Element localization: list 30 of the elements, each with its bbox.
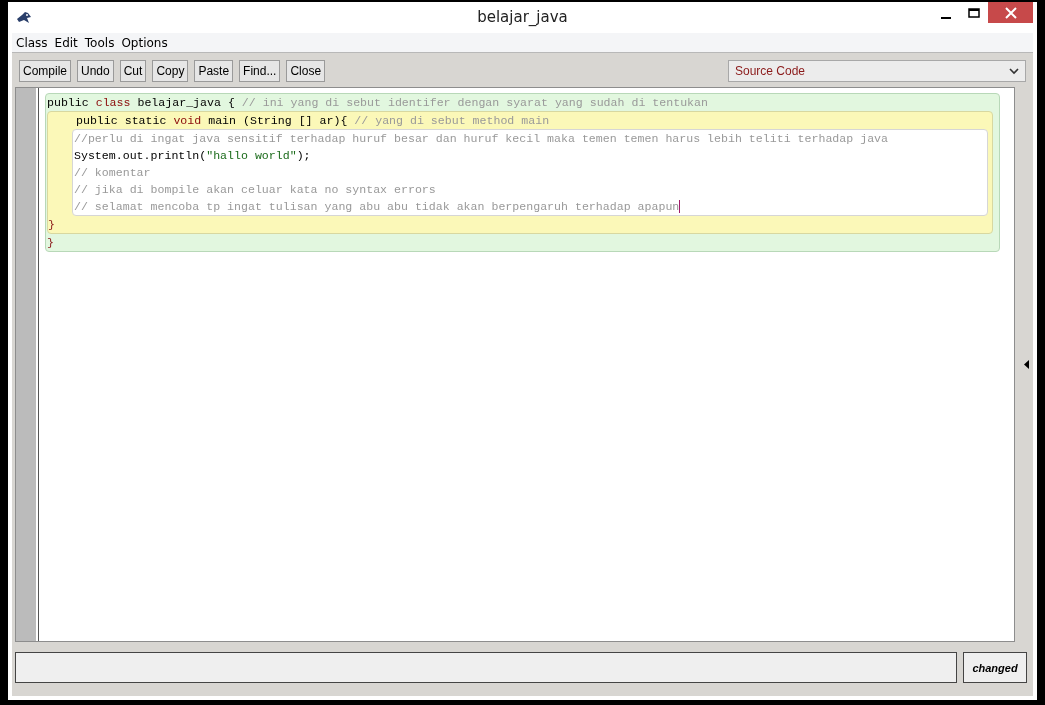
menu-item[interactable]: Edit [54, 35, 78, 50]
code-line: //perlu di ingat java sensitif terhadap huruf besar dan huruf kecil maka temen temen harus lebih teliti terhadap java [74, 131, 889, 147]
menu-item[interactable]: Tools [84, 35, 115, 50]
minimize-icon [941, 17, 951, 19]
maximize-icon [968, 8, 980, 18]
menu-item[interactable]: Options [121, 35, 168, 50]
close-button[interactable] [988, 2, 1033, 23]
view-dropdown[interactable]: Source Code [728, 60, 1026, 82]
code-line: // komentar [74, 165, 152, 181]
code-line: System.out.println("hallo world"); [74, 148, 312, 164]
bird-icon [16, 10, 32, 25]
code-line: public static void main (String [] ar){ // yang di sebut method main [75, 113, 551, 129]
code-line: } [47, 235, 55, 251]
toolbar-button[interactable]: Paste [194, 60, 234, 82]
collapse-arrow-icon[interactable] [1024, 360, 1029, 369]
status-label: changed [963, 652, 1027, 683]
menu-item[interactable]: Class [16, 35, 48, 50]
toolbar-button[interactable]: Cut [119, 60, 147, 82]
window-title: belajar_java [477, 8, 568, 26]
toolbar-button[interactable]: Find... [239, 60, 281, 82]
code-line: public class belajar_java { // ini yang di sebut identifer dengan syarat yang sudah di tentukan [47, 95, 709, 111]
toolbar-button[interactable]: Close [286, 60, 326, 82]
chevron-down-icon [1009, 67, 1019, 75]
toolbar-button[interactable]: Copy [152, 60, 189, 82]
close-icon [1004, 6, 1017, 19]
toolbar-button[interactable]: Compile [19, 60, 71, 82]
code-line: // jika di bompile akan celuar kata no syntax errors [74, 182, 437, 198]
toolbar-button[interactable]: Undo [77, 60, 114, 82]
code-line: // selamat mencoba tp ingat tulisan yang abu abu tidak akan berpengaruh terhadap apapun [74, 199, 682, 215]
code-line: } [48, 217, 56, 233]
